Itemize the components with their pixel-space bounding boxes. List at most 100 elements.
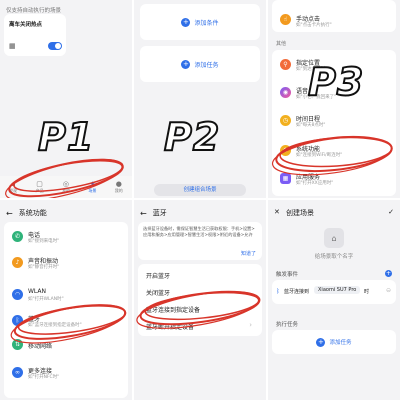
tab-label: 我的: [114, 188, 123, 193]
panel-bluetooth: ← 蓝牙 选择蓝牙设备时，需保证智慧生活已获取权限：手机>设置>应用和服务>应用…: [134, 200, 266, 400]
scene-title: 离车关闭热点: [9, 22, 43, 28]
panel-condition-types: ☝ 手动点击 如"点击卡片执行" 其他 ⚲ 指定位置 如"到达公司时" ◉ 语音…: [268, 0, 400, 198]
tab-label: 产品: [35, 188, 44, 193]
list-item-wlan[interactable]: ◠ WLAN 如"打开WLAN时": [8, 284, 124, 306]
list-item-mobile-network[interactable]: ⇅ 移动网络: [8, 334, 124, 356]
item-sub: 如"打开XX应用时": [296, 181, 334, 186]
permission-notice: 选择蓝牙设备时，需保证智慧生活已获取权限：手机>设置>应用和服务>应用管理>智慧…: [138, 222, 262, 260]
wifi-icon: ◠: [12, 289, 23, 300]
list-item-manual[interactable]: ☝ 手动点击 如"点击卡片执行": [276, 10, 392, 32]
item-sub: 如"点击卡片执行": [296, 23, 332, 28]
trigger-section-title: 触发事件: [276, 272, 299, 278]
phone-icon: ✆: [12, 231, 23, 242]
function-list: ✆ 电话 如"接到来电时" ♪ 声音和振动 如"静音打开时" ◠ WLAN 如"…: [4, 222, 128, 398]
condition-list-top: ☝ 手动点击 如"点击卡片执行": [272, 0, 396, 32]
tab-mine[interactable]: ◎ 我的: [62, 180, 70, 194]
clock-icon: ◷: [280, 115, 291, 126]
gear-icon: ⚙: [280, 145, 291, 156]
bottom-tabbar: ⌂ 发现 ▢ 产品 ◎ 我的 ✦ 场景 ● 我的: [0, 176, 132, 198]
list-item-phone[interactable]: ✆ 电话 如"接到来电时": [8, 226, 124, 248]
hotspot-icon: ▦: [9, 42, 16, 50]
option-bluetooth-disconnect[interactable]: 蓝牙断开指定设备 ›: [142, 317, 258, 334]
trigger-suffix: 时: [364, 289, 370, 295]
scene-icon: ✦: [89, 180, 96, 188]
scene-toggle[interactable]: [48, 42, 62, 50]
notice-text: 选择蓝牙设备时，需保证智慧生活已获取权限：手机>设置>应用和服务>应用管理>智慧…: [143, 226, 255, 237]
tab-label: 发现: [9, 188, 18, 193]
list-header: 仅支持自动执行的场景: [6, 8, 62, 14]
hand-icon: ☝: [280, 14, 291, 25]
chevron-right-icon: ›: [249, 321, 252, 329]
add-condition-card[interactable]: + 添加条件: [140, 4, 260, 40]
list-item-sound[interactable]: ♪ 声音和振动 如"静音打开时": [8, 252, 124, 274]
item-sub: 如"静音打开时": [28, 265, 60, 270]
close-icon[interactable]: ✕: [274, 208, 280, 216]
device-icon: ▢: [36, 180, 43, 188]
item-sub: 如"每天8点时": [296, 123, 326, 128]
option-bluetooth-off[interactable]: 关闭蓝牙: [142, 283, 258, 300]
page-title: 系统功能: [18, 209, 47, 217]
avatar-icon: ●: [115, 180, 122, 188]
item-sub: 如"蓝牙连接到指定设备时": [28, 323, 82, 328]
item-sub: 如"打开NFC时": [28, 375, 60, 380]
voice-assistant-icon: ◉: [280, 87, 291, 98]
option-bluetooth-on[interactable]: 开启蓝牙: [142, 266, 258, 283]
label-p2: P2: [163, 114, 221, 160]
trigger-text: 蓝牙连接到: [284, 289, 310, 295]
section-other: 其他: [276, 41, 287, 47]
app-grid-icon: ▦: [280, 173, 291, 184]
tab-label: 场景: [88, 188, 97, 193]
page-header: ← 蓝牙: [140, 208, 167, 218]
bluetooth-icon: ᛒ: [276, 288, 280, 295]
remove-icon[interactable]: ⊖: [386, 287, 391, 294]
home-icon: ⌂: [10, 180, 16, 188]
check-icon[interactable]: ✓: [388, 208, 394, 216]
bluetooth-options: 开启蓝牙 关闭蓝牙 蓝牙连接到指定设备 › 蓝牙断开指定设备 ›: [138, 264, 262, 336]
scene-name-input[interactable]: 给场景取个名字: [268, 252, 400, 260]
label-p1: P1: [37, 114, 95, 160]
option-label: 蓝牙连接到指定设备: [146, 307, 201, 314]
panel-combo-scene: + 添加条件 + 添加任务 创建组合场景 P2: [134, 0, 266, 198]
option-label: 蓝牙断开指定设备: [146, 324, 195, 331]
back-arrow-icon[interactable]: ←: [140, 209, 147, 218]
tab-label: 我的: [61, 188, 70, 193]
list-item-more-connections[interactable]: ∞ 更多连接 如"打开NFC时": [8, 362, 124, 384]
chevron-right-icon: ›: [249, 304, 252, 312]
device-chip[interactable]: Xiaomi SU7 Pro: [314, 286, 361, 294]
plus-icon: +: [181, 17, 191, 27]
item-title: 移动网络: [28, 343, 53, 350]
tab-profile[interactable]: ● 我的: [115, 180, 123, 194]
link-icon: ∞: [12, 367, 23, 378]
panel-scene-list: 仅支持自动执行的场景 离车关闭热点 ▦ ⌂ 发现 ▢ 产品 ◎ 我的 ✦ 场景 ● 我的 …: [0, 0, 132, 198]
task-section-title: 执行任务: [276, 322, 299, 328]
list-item-schedule[interactable]: ◷ 时间日程 如"每天8点时": [276, 110, 392, 132]
add-task-label: 添加任务: [194, 61, 219, 69]
scene-card[interactable]: 离车关闭热点 ▦: [4, 14, 66, 56]
signal-icon: ⇅: [12, 339, 23, 350]
tab-products[interactable]: ▢ 产品: [36, 180, 44, 194]
label-p3: P3: [307, 59, 365, 105]
item-sub: 如"接到来电时": [28, 239, 60, 244]
plus-icon: +: [316, 337, 326, 347]
tab-scene[interactable]: ✦ 场景: [88, 180, 96, 194]
add-task-card[interactable]: + 添加任务: [140, 46, 260, 82]
page-title: 创建场景: [286, 209, 314, 217]
bell-icon: ♪: [12, 257, 23, 268]
scene-avatar[interactable]: ⌂: [324, 228, 344, 248]
location-icon: ⚲: [280, 59, 291, 70]
option-label: 关闭蓝牙: [146, 290, 171, 297]
option-label: 开启蓝牙: [146, 273, 171, 280]
list-item-system[interactable]: ⚙ 系统功能 如"连接到WiFi/断连时": [276, 140, 392, 162]
item-sub: 如"连接到WiFi/断连时": [296, 153, 343, 158]
option-bluetooth-connect[interactable]: 蓝牙连接到指定设备 ›: [142, 300, 258, 317]
back-arrow-icon[interactable]: ←: [6, 209, 13, 218]
tab-discover[interactable]: ⌂ 发现: [9, 180, 17, 194]
list-item-bluetooth[interactable]: ᛒ 蓝牙 如"蓝牙连接到指定设备时": [8, 310, 124, 332]
add-trigger-icon[interactable]: +: [385, 270, 392, 277]
create-combo-button[interactable]: 创建组合场景: [154, 184, 246, 196]
add-task-card[interactable]: + 添加任务: [272, 330, 396, 354]
item-sub: 如"打开WLAN时": [28, 297, 64, 302]
list-item-apps[interactable]: ▦ 应用服务 如"打开XX应用时": [276, 168, 392, 190]
notice-dismiss-link[interactable]: 知道了: [241, 250, 256, 257]
trigger-card[interactable]: ᛒ 蓝牙连接到 Xiaomi SU7 Pro 时 ⊖: [272, 280, 396, 304]
